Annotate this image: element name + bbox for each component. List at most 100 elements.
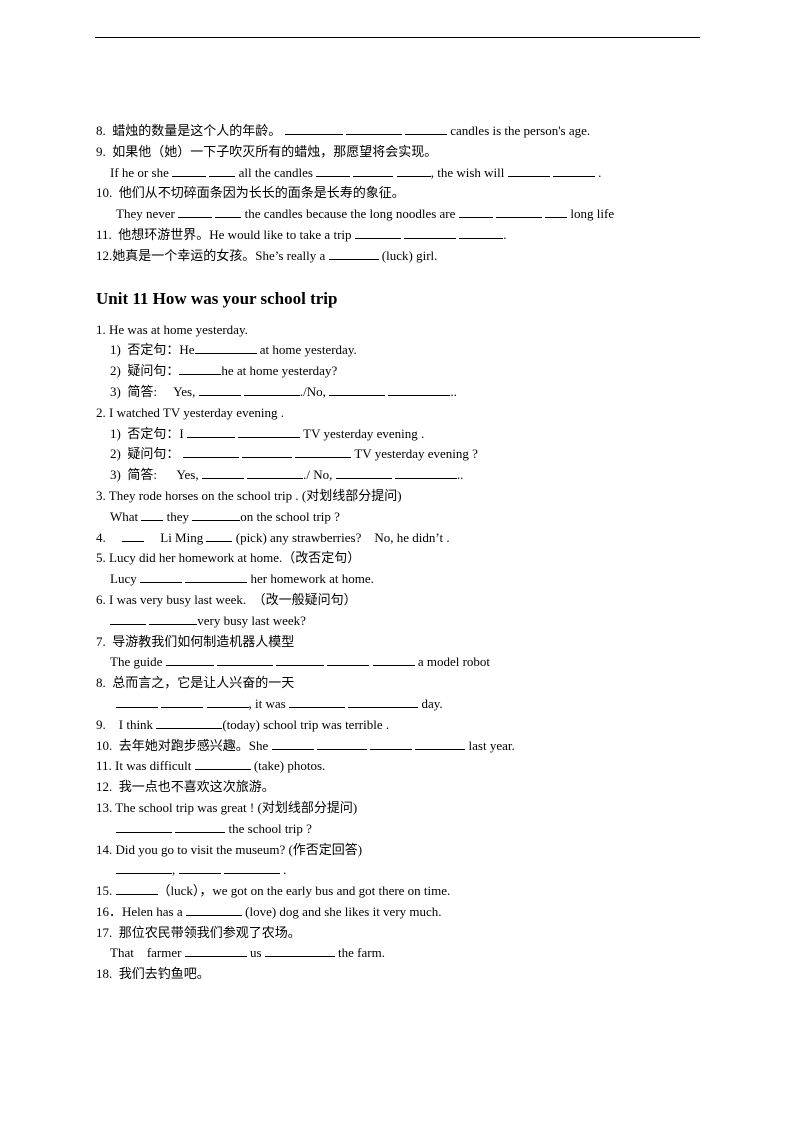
answer-blank[interactable] — [223, 862, 280, 875]
answer-blank[interactable] — [182, 446, 239, 459]
line-text: (love) dog and she likes it very much. — [241, 903, 442, 919]
answer-blank[interactable] — [156, 717, 223, 729]
line-text: 2) 疑问句： — [110, 363, 180, 379]
answer-blank[interactable] — [115, 883, 158, 896]
line-text: , it was — [248, 695, 289, 711]
answer-blank[interactable] — [116, 821, 172, 833]
answer-blank[interactable] — [288, 696, 345, 708]
answer-blank[interactable] — [243, 384, 300, 396]
line-text: 11. It was difficult — [96, 758, 195, 774]
answer-blank[interactable] — [271, 738, 314, 750]
answer-blank[interactable] — [141, 509, 164, 521]
answer-blank[interactable] — [216, 654, 273, 667]
answer-blank[interactable] — [354, 227, 401, 239]
answer-blank[interactable] — [122, 530, 144, 542]
answer-blank[interactable] — [192, 509, 241, 521]
line-text: 10. 他们从不切碎面条因为长长的面条是长寿的象征。 — [96, 185, 405, 201]
answer-blank[interactable] — [185, 571, 248, 584]
line-text: Lucy — [110, 571, 140, 587]
exercise-line: 4. Li Ming (pick) any strawberries? No, … — [96, 528, 706, 549]
answer-blank[interactable] — [329, 384, 386, 396]
exercise-line: 17. 那位农民带领我们参观了农场。 — [96, 923, 706, 944]
answer-blank[interactable] — [316, 165, 351, 177]
line-text: 1. He was at home yesterday. — [96, 321, 248, 337]
answer-blank[interactable] — [404, 227, 457, 239]
answer-blank[interactable] — [353, 165, 394, 177]
exercise-line: 15. （luck），we got on the early bus and g… — [96, 881, 706, 902]
answer-blank[interactable] — [295, 446, 352, 459]
line-text: 8. 蜡烛的数量是这个人的年龄。 — [96, 123, 285, 138]
answer-blank[interactable] — [116, 696, 158, 708]
answer-blank[interactable] — [241, 446, 292, 459]
answer-blank[interactable] — [388, 384, 451, 396]
line-text: （luck），we got on the early bus and got t… — [157, 883, 451, 899]
answer-blank[interactable] — [178, 862, 221, 875]
answer-blank[interactable] — [327, 654, 370, 667]
line-text: 4. — [96, 529, 122, 545]
answer-blank[interactable] — [110, 613, 146, 625]
answer-blank[interactable] — [206, 696, 249, 708]
answer-blank[interactable] — [458, 206, 493, 219]
exercise-line: very busy last week? — [96, 611, 706, 632]
answer-blank[interactable] — [194, 758, 251, 771]
answer-blank[interactable] — [372, 654, 415, 667]
exercise-line: That farmer us the farm. — [96, 943, 706, 964]
answer-blank[interactable] — [264, 945, 335, 958]
answer-blank[interactable] — [335, 467, 392, 480]
line-text: he at home yesterday? — [221, 363, 338, 379]
unit-title: Unit 11 How was your school trip — [96, 288, 338, 308]
answer-blank[interactable] — [415, 738, 466, 750]
line-text: 9. 如果他（她）一下子吹灭所有的蜡烛，那愿望将会实现。 — [96, 143, 438, 159]
answer-blank[interactable] — [328, 248, 379, 260]
answer-blank[interactable] — [459, 227, 504, 239]
answer-blank[interactable] — [370, 738, 413, 750]
answer-blank[interactable] — [394, 467, 457, 480]
answer-blank[interactable] — [201, 467, 244, 480]
answer-blank[interactable] — [185, 904, 242, 916]
answer-blank[interactable] — [276, 654, 325, 667]
answer-blank[interactable] — [184, 945, 247, 958]
answer-blank[interactable] — [209, 165, 236, 177]
answer-blank[interactable] — [165, 654, 214, 667]
exercise-line: The guide a model robot — [96, 652, 706, 673]
answer-blank[interactable] — [215, 206, 242, 219]
answer-blank[interactable] — [178, 206, 213, 219]
line-text: (take) photos. — [250, 758, 326, 774]
line-text: , the wish will — [430, 164, 508, 180]
line-text: 3) 简答: Yes, — [110, 467, 202, 483]
answer-blank[interactable] — [545, 206, 568, 219]
exercise-line: 6. I was very busy last week. （改一般疑问句） — [96, 590, 706, 611]
answer-blank[interactable] — [495, 206, 542, 219]
exercise-line: 2. I watched TV yesterday evening . — [96, 403, 706, 424]
line-text: They never — [116, 206, 179, 222]
answer-blank[interactable] — [238, 426, 301, 438]
answer-blank[interactable] — [345, 123, 402, 135]
answer-blank[interactable] — [507, 165, 550, 177]
answer-blank[interactable] — [348, 696, 419, 708]
answer-blank[interactable] — [149, 613, 198, 625]
exercise-line: 10. 去年她对跑步感兴趣。She last year. — [96, 736, 706, 757]
answer-blank[interactable] — [139, 571, 182, 584]
answer-blank[interactable] — [198, 384, 241, 396]
answer-blank[interactable] — [405, 123, 448, 135]
answer-blank[interactable] — [194, 342, 257, 355]
answer-blank[interactable] — [179, 363, 222, 376]
line-text: 10. 去年她对跑步感兴趣。She — [96, 737, 272, 753]
line-text: 11. 他想环游世界。He would like to take a trip — [96, 226, 355, 242]
answer-blank[interactable] — [206, 530, 233, 542]
answer-blank[interactable] — [116, 862, 172, 875]
answer-blank[interactable] — [552, 165, 595, 177]
answer-blank[interactable] — [316, 738, 367, 750]
exercise-line: 8. 蜡烛的数量是这个人的年龄。 candles is the person's… — [96, 121, 706, 142]
answer-blank[interactable] — [396, 165, 431, 177]
answer-blank[interactable] — [284, 123, 343, 135]
line-text: 6. I was very busy last week. （改一般疑问句） — [96, 591, 357, 607]
answer-blank[interactable] — [247, 467, 304, 480]
answer-blank[interactable] — [186, 426, 235, 438]
exercise-line: 3. They rode horses on the school trip .… — [96, 486, 706, 507]
line-text: .. — [456, 467, 464, 483]
answer-blank[interactable] — [175, 821, 226, 833]
answer-blank[interactable] — [172, 165, 207, 177]
answer-blank[interactable] — [161, 696, 204, 708]
line-text: the school trip ? — [225, 820, 312, 836]
